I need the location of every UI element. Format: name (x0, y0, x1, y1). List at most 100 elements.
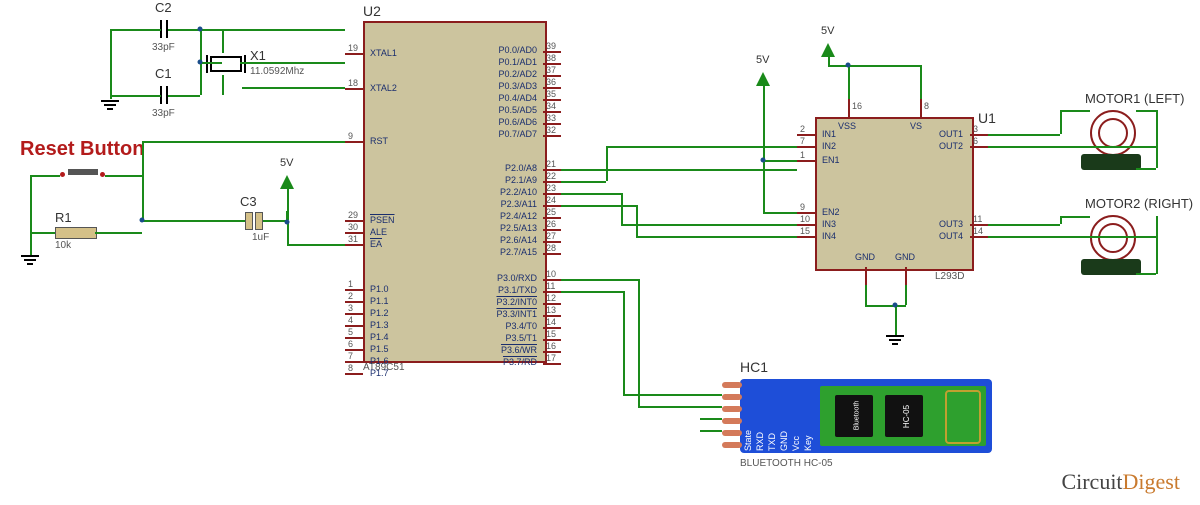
u1-pin-2-name: IN1 (822, 129, 836, 139)
u2-pin-8-num: 8 (348, 363, 353, 373)
u2-pin-3-num: 3 (348, 303, 353, 313)
u2-pin-26-num: 26 (546, 219, 556, 229)
u2-pin-5-name: P1.4 (370, 332, 389, 342)
u2-pin-3-name: P1.2 (370, 308, 389, 318)
wire (200, 62, 222, 64)
u2-pin-36-name: P0.3/AD3 (498, 81, 537, 91)
bt-pin-State (722, 382, 742, 388)
u2-pin-10-name: P3.0/RXD (497, 273, 537, 283)
u2-pin-27-name: P2.6/A14 (500, 235, 537, 245)
u1-pin-8-name: VS (910, 121, 922, 131)
wire (561, 279, 638, 281)
u2-pin-24-num: 24 (546, 195, 556, 205)
u1-pin-9-num: 9 (800, 202, 805, 212)
wire (30, 175, 32, 255)
wire (638, 406, 722, 408)
u2-pin-34-num: 34 (546, 101, 556, 111)
u2-pin-39-name: P0.0/AD0 (498, 45, 537, 55)
motor1-label: MOTOR1 (LEFT) (1085, 91, 1184, 106)
wire (763, 86, 765, 160)
u2-pin-9-name: RST (370, 136, 388, 146)
wire (988, 146, 1156, 148)
u2-pin-7-name: P1.6 (370, 356, 389, 366)
u2-pin-4-name: P1.3 (370, 320, 389, 330)
u2-pin-21-name: P2.0/A8 (505, 163, 537, 173)
wire (142, 175, 144, 220)
u2-pin-26-name: P2.5/A13 (500, 223, 537, 233)
power-5v-vss (821, 43, 835, 57)
wire (988, 224, 1060, 226)
junction (893, 303, 898, 308)
wire (848, 65, 850, 99)
u1-pin-8-line (920, 99, 922, 117)
c2-value: 33pF (152, 42, 175, 53)
wire (30, 175, 60, 177)
wire (1136, 168, 1156, 170)
bt-pin-TXD (722, 406, 742, 412)
wire (561, 193, 621, 195)
wire (763, 212, 797, 214)
wire (142, 220, 245, 222)
bt-pin-label-State: State (743, 430, 753, 451)
wire (606, 146, 797, 148)
bt-chip2-label: HC-05 (902, 405, 911, 428)
wire (636, 236, 797, 238)
u1-pin-7-name: IN2 (822, 141, 836, 151)
u2-pin-1-num: 1 (348, 279, 353, 289)
u2-pin-23-name: P2.2/A10 (500, 187, 537, 197)
u2-pin-30-num: 30 (348, 222, 358, 232)
junction (198, 27, 203, 32)
u2-pin-14-num: 14 (546, 317, 556, 327)
u2-pin-22-num: 22 (546, 171, 556, 181)
u1-pin-6-line (970, 146, 988, 148)
resistor-r1 (55, 227, 97, 239)
wire (95, 232, 142, 234)
wire (240, 62, 345, 64)
u2-pin-17-line (543, 363, 561, 365)
wire (200, 29, 202, 62)
u1-pin-14-line (970, 236, 988, 238)
wire (920, 65, 922, 99)
wire (623, 291, 625, 394)
u2-pin-4-num: 4 (348, 315, 353, 325)
wire (242, 87, 345, 89)
wire (287, 222, 289, 244)
junction (761, 158, 766, 163)
r1-value: 10k (55, 240, 71, 251)
c3-value: 1uF (252, 232, 269, 243)
x1-ref: X1 (250, 48, 266, 63)
wire (988, 236, 1156, 238)
u2-pin-24-name: P2.3/A11 (501, 199, 537, 209)
u2-pin-31-name: EA (370, 239, 382, 249)
u2-pin-19-line (345, 53, 363, 55)
u2-pin-10-num: 10 (546, 269, 556, 279)
wire (142, 141, 345, 143)
wire (606, 146, 608, 181)
wire (110, 95, 161, 97)
wire (222, 29, 224, 53)
u2-pin-32-name: P0.7/AD7 (498, 129, 537, 139)
wire (636, 205, 638, 236)
u1-pin-6-name: OUT2 (939, 141, 963, 151)
u2-pin-18-line (345, 88, 363, 90)
logo: CircuitDigest (1061, 469, 1180, 495)
bt-pin-label-TXD: TXD (767, 433, 777, 451)
u2-pin-28-name: P2.7/A15 (500, 247, 537, 257)
u2-pin-39-num: 39 (546, 41, 556, 51)
r1-ref: R1 (55, 210, 72, 225)
u2-pin-38-name: P0.1/AD1 (498, 57, 537, 67)
u1-pin-1-line (797, 160, 815, 162)
wire (763, 160, 797, 162)
bt-pin-Vcc (722, 430, 742, 436)
u2-pin-31-line (345, 244, 363, 246)
u2-pin-18-num: 18 (348, 78, 358, 88)
u2-pin-8-line (345, 373, 363, 375)
wire (1060, 216, 1090, 218)
u2-pin-1-name: P1.0 (370, 284, 389, 294)
wire (1060, 110, 1090, 112)
u2-pin-12-name: P3.2/INT0 (496, 297, 537, 307)
wire (700, 430, 722, 432)
u2-pin-14-name: P3.4/T0 (505, 321, 537, 331)
u1-pin-14-num: 14 (973, 226, 983, 236)
wire (865, 285, 867, 305)
